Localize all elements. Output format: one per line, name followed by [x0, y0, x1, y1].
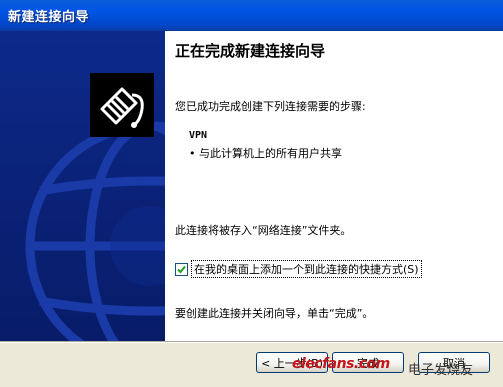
desktop-shortcut-option[interactable]: 在我的桌面上添加一个到此连接的快捷方式(S) [175, 260, 422, 278]
desktop-shortcut-label[interactable]: 在我的桌面上添加一个到此连接的快捷方式(S) [191, 260, 422, 278]
intro-text: 您已成功完成创建下列连接需要的步骤: [175, 100, 366, 113]
finish-note: 要创建此连接并关闭向导，单击“完成”。 [175, 307, 374, 320]
checkmark-icon [177, 265, 186, 273]
watermark-cn: 电子发烧友 [408, 363, 474, 378]
watermark-brand: elecfans.com [292, 356, 390, 372]
wizard-window: 新建连接向导 正在完成新建连接向导 您已成功完成创建下列连接需要的步骤: VPN… [0, 0, 503, 387]
wizard-content: 正在完成新建连接向导 您已成功完成创建下列连接需要的步骤: VPN • 与此计算… [165, 31, 503, 341]
desktop-shortcut-checkbox[interactable] [175, 262, 188, 276]
connection-name: VPN [189, 130, 208, 141]
save-location-note: 此连接将被存入“网络连接”文件夹。 [175, 224, 352, 237]
page-title: 正在完成新建连接向导 [175, 42, 326, 60]
title-bar[interactable]: 新建连接向导 [0, 0, 503, 31]
window-title: 新建连接向导 [8, 10, 90, 25]
footer-divider [0, 341, 503, 343]
share-bullet: • 与此计算机上的所有用户共享 [189, 147, 342, 160]
network-plug-icon [90, 73, 154, 137]
wizard-side-panel [0, 31, 165, 341]
